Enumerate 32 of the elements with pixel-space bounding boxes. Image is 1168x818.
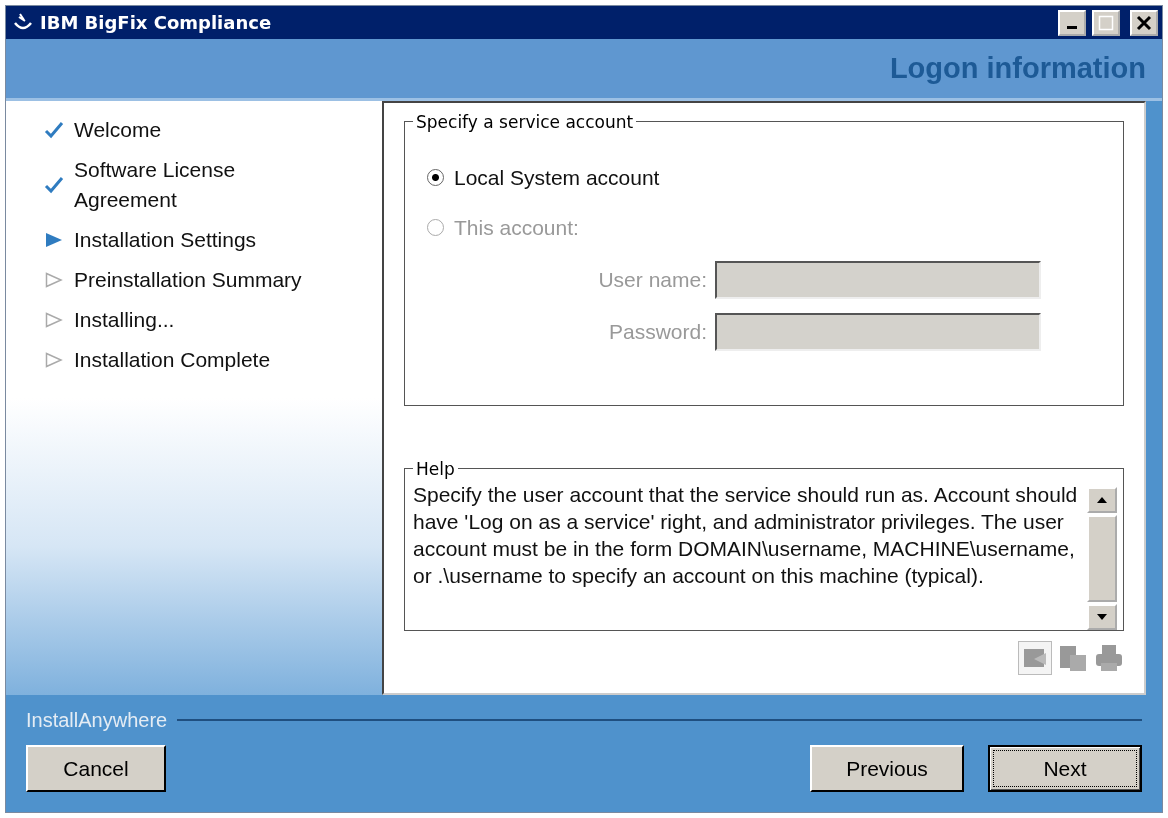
maximize-button[interactable] <box>1092 9 1120 36</box>
step-label: Welcome <box>74 117 163 143</box>
step-label: Installing... <box>74 307 176 333</box>
step-label: Installation Complete <box>74 347 272 373</box>
scroll-up-button[interactable] <box>1087 487 1117 513</box>
radio-label: This account: <box>454 214 579 241</box>
help-text: Specify the user account that the service should run as. Account should have 'Log on as a service' right, and administrator privileges. The user account must be in the form DOMAIN\username, MACHINE\username, or .\username to specify an account on this machine (typical). <box>413 482 1079 589</box>
wizard-button[interactable]: Cancel <box>26 745 166 792</box>
step-label: Preinstallation Summary <box>74 267 303 293</box>
scroll-thumb[interactable] <box>1087 515 1117 602</box>
wizard-button[interactable]: Next <box>988 745 1142 792</box>
export-icon[interactable] <box>1018 641 1052 675</box>
radio-label: Local System account <box>454 165 660 191</box>
brand-label: InstallAnywhere <box>26 708 168 733</box>
maximize-icon <box>1098 14 1114 31</box>
print-icon[interactable] <box>1094 643 1124 673</box>
page-title: Logon information <box>889 50 1146 86</box>
close-button[interactable] <box>1130 9 1158 36</box>
step-label: Installation Settings <box>74 227 258 253</box>
step-label: Software License Agreement <box>74 157 237 213</box>
minimize-icon <box>1067 26 1077 29</box>
close-icon <box>1136 14 1152 31</box>
window-title: IBM BigFix Compliance <box>40 11 272 35</box>
down-arrow-icon <box>1096 613 1108 621</box>
field-label: User name: <box>597 267 707 294</box>
wizard-button[interactable]: Previous <box>810 745 964 792</box>
scroll-down-button[interactable] <box>1087 604 1117 630</box>
radio-button[interactable] <box>427 169 444 187</box>
minimize-button[interactable] <box>1058 9 1086 36</box>
copy-icon[interactable] <box>1058 643 1088 673</box>
up-arrow-icon <box>1096 496 1108 504</box>
field-label: Password: <box>607 319 707 346</box>
